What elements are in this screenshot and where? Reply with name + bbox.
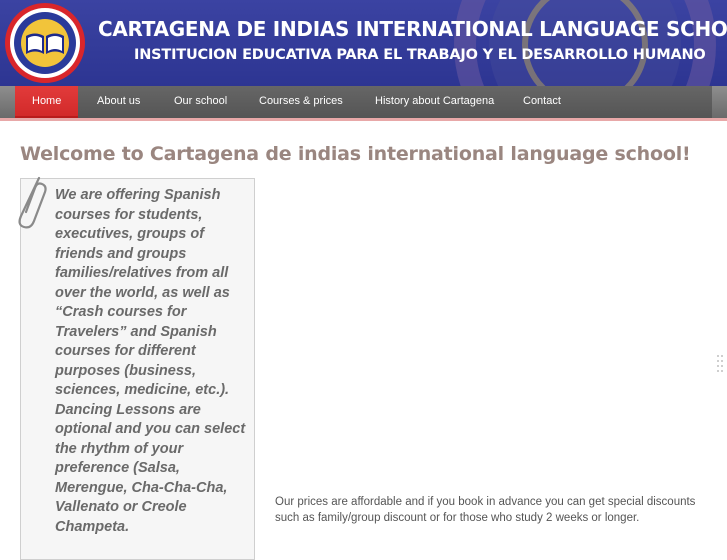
nav-item-home[interactable]: Home xyxy=(15,86,78,118)
site-subtitle: INSTITUCION EDUCATIVA PARA EL TRABAJO Y … xyxy=(134,47,706,63)
nav-item-label: Home xyxy=(32,95,62,107)
site-title: CARTAGENA DE INDIAS INTERNATIONAL LANGUA… xyxy=(98,17,727,41)
header-banner: CARTAGENA DE INDIAS INTERNATIONAL LANGUA… xyxy=(0,0,727,86)
resize-grip-icon[interactable] xyxy=(716,354,724,376)
book-seal-icon xyxy=(5,3,85,83)
nav-divider xyxy=(0,118,727,121)
nav-item-our-school[interactable]: Our school xyxy=(174,95,227,127)
seal-watermark-icon xyxy=(454,0,716,86)
nav-bar: Home About us Our school Courses & price… xyxy=(15,86,712,118)
nav-item-courses-prices[interactable]: Courses & prices xyxy=(259,95,343,127)
nav-item-about-us[interactable]: About us xyxy=(97,95,140,127)
main-nav: Home About us Our school Courses & price… xyxy=(0,86,727,118)
paperclip-icon xyxy=(18,176,47,229)
nav-item-history[interactable]: History about Cartagena xyxy=(375,95,494,127)
prices-text: Our prices are affordable and if you boo… xyxy=(275,496,696,524)
intro-text: We are offering Spanish courses for stud… xyxy=(55,187,246,535)
welcome-heading: Welcome to Cartagena de indias internati… xyxy=(20,143,691,165)
nav-item-contact[interactable]: Contact xyxy=(523,95,561,127)
